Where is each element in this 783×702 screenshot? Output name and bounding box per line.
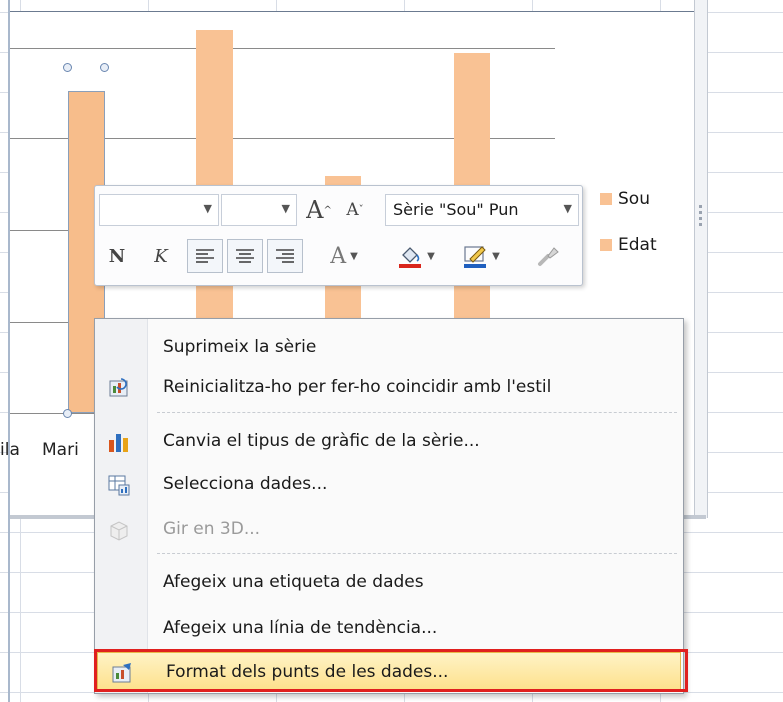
shrink-font-button[interactable]: Aˇ xyxy=(339,194,371,226)
font-name-combo[interactable]: ▼ xyxy=(99,194,219,226)
chart-type-icon xyxy=(109,434,128,452)
align-center-icon xyxy=(236,249,254,263)
menu-item-add-trendline[interactable]: Afegeix una línia de tendència... xyxy=(95,609,683,649)
legend-label: Sou xyxy=(618,189,650,209)
chart-resize-border[interactable] xyxy=(694,0,708,518)
align-right-button[interactable] xyxy=(267,239,303,273)
mini-toolbar: ▼ ▼ A ^ Aˇ Sèrie "Sou" Pun ▼ N K A ▼ ▼ ▼ xyxy=(94,185,583,286)
font-color-icon: A xyxy=(330,243,347,269)
select-data-icon xyxy=(108,475,130,496)
pen-outline-icon xyxy=(464,246,487,268)
chart-element-value: Sèrie "Sou" Pun xyxy=(393,200,519,219)
grow-font-icon: A xyxy=(306,196,324,224)
menu-item-reset-to-match-style[interactable]: Reinicialitza-ho per fer-ho coincidir am… xyxy=(95,368,683,408)
category-label: ila xyxy=(0,440,20,460)
resize-grip-dot xyxy=(699,211,702,214)
category-label: Mari xyxy=(42,440,79,460)
align-center-button[interactable] xyxy=(227,239,263,273)
align-left-button[interactable] xyxy=(187,239,223,273)
menu-item-select-data[interactable]: Selecciona dades... xyxy=(95,465,683,505)
format-painter-icon xyxy=(538,247,559,266)
shrink-font-icon: A xyxy=(346,200,359,220)
resize-grip-dot xyxy=(699,205,702,208)
chevron-down-icon: ▼ xyxy=(563,202,572,215)
selection-handle[interactable] xyxy=(63,409,72,418)
gridline xyxy=(10,48,555,49)
italic-button[interactable]: K xyxy=(147,239,175,273)
context-menu: Suprimeix la sèrie Reinicialitza-ho per … xyxy=(94,318,684,694)
format-data-point-icon xyxy=(112,663,131,683)
legend-entry-edat[interactable]: Edat xyxy=(600,235,657,255)
font-color-button[interactable]: A ▼ xyxy=(317,239,371,273)
chart-top-border xyxy=(10,11,696,12)
chevron-down-icon: ▼ xyxy=(281,202,290,215)
format-painter-button[interactable] xyxy=(531,239,565,273)
menu-item-format-data-points[interactable]: Format dels punts de les dades... xyxy=(97,652,681,692)
align-right-icon xyxy=(276,249,294,263)
menu-item-label: Afegeix una línia de tendència... xyxy=(163,618,438,638)
chevron-down-icon: ▼ xyxy=(492,250,500,262)
menu-item-label: Format dels punts de les dades... xyxy=(166,662,449,682)
menu-item-label: Canvia el tipus de gràfic de la sèrie... xyxy=(163,431,480,451)
outline-color-button[interactable]: ▼ xyxy=(455,239,507,273)
chevron-down-icon: ▼ xyxy=(350,250,358,262)
resize-grip-dot xyxy=(699,217,702,220)
legend-swatch xyxy=(600,193,612,205)
reset-style-icon xyxy=(109,378,128,397)
align-left-icon xyxy=(196,249,214,263)
legend-label: Edat xyxy=(618,235,657,255)
bold-icon: N xyxy=(108,245,126,267)
resize-grip-dot xyxy=(699,223,702,226)
legend-swatch xyxy=(600,239,612,251)
menu-item-label: Gir en 3D... xyxy=(163,519,261,539)
menu-item-delete-series[interactable]: Suprimeix la sèrie xyxy=(95,328,683,368)
selection-handle[interactable] xyxy=(63,63,72,72)
chart-element-selector[interactable]: Sèrie "Sou" Pun ▼ xyxy=(385,194,579,226)
menu-item-change-series-chart-type[interactable]: Canvia el tipus de gràfic de la sèrie... xyxy=(95,422,683,462)
grow-font-button[interactable]: A ^ xyxy=(303,194,335,226)
menu-item-add-data-label[interactable]: Afegeix una etiqueta de dades xyxy=(95,563,683,603)
fill-color-button[interactable]: ▼ xyxy=(391,239,441,273)
menu-item-3d-rotation: Gir en 3D... xyxy=(95,510,683,550)
paint-bucket-icon xyxy=(399,247,422,268)
font-size-combo[interactable]: ▼ xyxy=(221,194,297,226)
menu-item-label: Afegeix una etiqueta de dades xyxy=(163,572,424,592)
legend-entry-sou[interactable]: Sou xyxy=(600,189,650,209)
menu-separator xyxy=(157,553,677,554)
menu-item-label: Selecciona dades... xyxy=(163,474,328,494)
menu-separator xyxy=(157,412,677,413)
menu-item-label: Suprimeix la sèrie xyxy=(163,337,317,357)
selection-handle[interactable] xyxy=(100,63,109,72)
italic-icon: K xyxy=(154,245,168,267)
menu-item-label: Reinicialitza-ho per fer-ho coincidir am… xyxy=(163,377,552,397)
bold-button[interactable]: N xyxy=(103,239,131,273)
chevron-down-icon: ▼ xyxy=(203,202,212,215)
chevron-down-icon: ▼ xyxy=(427,250,435,262)
rotation-3d-icon xyxy=(110,521,128,541)
